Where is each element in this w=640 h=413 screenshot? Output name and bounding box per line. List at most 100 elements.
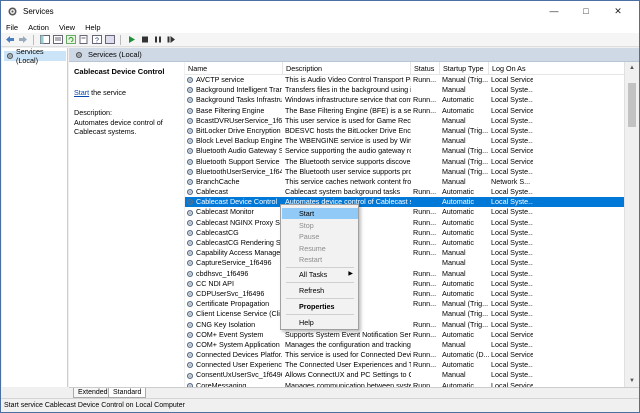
gear-icon [186, 117, 194, 125]
table-row[interactable]: CablecastCGynamic conten...Runn...Automa… [185, 228, 624, 238]
service-startup-type: Manual [442, 268, 466, 278]
table-row[interactable]: Connected Devices Platfor... This service… [185, 350, 624, 360]
context-menu-refresh[interactable]: Refresh [282, 285, 358, 296]
service-name-cell: COM+ Event System [185, 330, 282, 340]
table-row[interactable]: ConsentUxUserSvc_1f6496 Allows ConnectUX … [185, 370, 624, 380]
tree-item-services-local[interactable]: Services (Local) [4, 47, 66, 65]
service-name-cell: Cablecast [185, 187, 282, 197]
service-name-cell: BluetoothUserService_1f6496 [185, 167, 282, 177]
table-row[interactable]: Cablecast Cablecast system background tas… [185, 187, 624, 197]
column-name[interactable]: Name [185, 62, 283, 75]
maximize-button[interactable]: □ [571, 1, 601, 21]
table-row[interactable]: Bluetooth Support Service The Bluetooth s… [185, 157, 624, 167]
table-row[interactable]: cbdhsvc_1f6496r Clipboard sce...Runn...M… [185, 269, 624, 279]
tab-standard[interactable]: Standard [108, 388, 147, 398]
service-log-on-as: Local Service [491, 329, 533, 339]
scroll-up-icon[interactable]: ▲ [625, 62, 639, 74]
stop-service-icon[interactable] [139, 34, 150, 45]
table-row[interactable]: Block Level Backup Engine ... The WBENGIN… [185, 136, 624, 146]
table-row[interactable]: BitLocker Drive Encryption ... BDESVC hos… [185, 126, 624, 136]
properties-pane-icon[interactable] [52, 34, 63, 45]
table-row[interactable]: AVCTP service This is Audio Video Control… [185, 75, 624, 85]
title-bar[interactable]: Services — □ ✕ [1, 1, 639, 21]
gear-icon [186, 351, 194, 359]
help-icon[interactable]: ? [91, 34, 102, 45]
service-log-on-as: Local Syste... [491, 217, 533, 227]
gear-icon [186, 188, 194, 196]
refresh-icon[interactable] [65, 34, 76, 45]
service-name-cell: COM+ System Application [185, 340, 282, 350]
minimize-button[interactable]: — [539, 1, 569, 21]
column-startup-type[interactable]: Startup Type [440, 62, 489, 75]
column-status[interactable]: Status [411, 62, 440, 75]
service-name: CC NDI API [196, 278, 234, 288]
context-menu-restart[interactable]: Restart [282, 254, 358, 265]
services-window: Services — □ ✕ File Action View Help ? S… [0, 0, 640, 413]
column-log-on-as[interactable]: Log On As [489, 62, 533, 75]
table-row[interactable]: CDPUserSvc_1f6496r Connected D...Runn...… [185, 289, 624, 299]
menu-action[interactable]: Action [28, 23, 49, 32]
scroll-down-icon[interactable]: ▼ [625, 375, 639, 387]
table-row[interactable]: CNG Key Isolationservice is hosted i...R… [185, 320, 624, 330]
export-list-icon[interactable] [78, 34, 89, 45]
service-name-cell: Cablecast NGINX Proxy Serv... [185, 218, 282, 228]
start-service-line: Start the service [74, 88, 179, 97]
menu-file[interactable]: File [6, 23, 18, 32]
table-row[interactable]: COM+ Event System Supports System Event N… [185, 330, 624, 340]
vertical-scrollbar[interactable]: ▲ ▼ [624, 62, 638, 387]
table-row[interactable]: Cablecast Device Control Automates device… [185, 197, 624, 208]
table-row[interactable]: Connected User Experience...The Connecte… [185, 360, 624, 370]
table-row[interactable]: COM+ System Application Manages the confi… [185, 340, 624, 350]
forward-icon[interactable] [17, 34, 28, 45]
table-row[interactable]: Base Filtering Engine The Base Filtering … [185, 106, 624, 116]
context-menu-help[interactable]: Help [282, 317, 358, 328]
start-service-link[interactable]: Start [74, 88, 89, 97]
table-row[interactable]: BcastDVRUserService_1f6496This user serv… [185, 116, 624, 126]
back-icon[interactable] [4, 34, 15, 45]
mmc-icon[interactable] [104, 34, 115, 45]
service-log-on-as: Local Syste... [491, 166, 533, 176]
service-name: cbdhsvc_1f6496 [196, 268, 249, 278]
column-description[interactable]: Description [283, 62, 411, 75]
all-tasks-label: All Tasks [299, 270, 328, 279]
table-row[interactable]: Certificate Propagationd root certificat… [185, 299, 624, 309]
gear-icon [186, 137, 194, 145]
context-menu-pause[interactable]: Pause [282, 231, 358, 242]
table-row[interactable]: BluetoothUserService_1f6496 The Bluetooth… [185, 167, 624, 177]
table-row[interactable]: CaptureService_1f6496 Manual Local Syste..… [185, 258, 624, 268]
close-button[interactable]: ✕ [603, 1, 633, 21]
table-row[interactable]: BranchCache This service caches network c… [185, 177, 624, 187]
service-log-on-as: Local Syste... [491, 197, 533, 207]
context-menu-properties[interactable]: Properties [282, 301, 358, 312]
gear-icon [186, 127, 194, 135]
context-menu-divider [286, 267, 354, 268]
restart-service-icon[interactable] [165, 34, 176, 45]
service-name: BluetoothUserService_1f6496 [196, 166, 282, 176]
services-header-label: Services (Local) [88, 50, 142, 59]
scrollbar-thumb[interactable] [628, 83, 636, 127]
service-name-cell: Certificate Propagation [185, 299, 282, 309]
context-menu-all-tasks[interactable]: All Tasks ▶ [282, 269, 358, 280]
service-name: Connected Devices Platfor... [196, 350, 282, 360]
table-row[interactable]: Cablecast Monitordog service.Runn...Auto… [185, 207, 624, 217]
context-menu: Start Stop Pause Resume Restart All Task… [280, 204, 359, 330]
table-row[interactable]: Background Intelligent Tran... Transfers … [185, 85, 624, 95]
context-menu-start[interactable]: Start [282, 208, 358, 219]
table-row[interactable]: Capability Access Manager ...ng UWP app.… [185, 248, 624, 258]
start-service-icon[interactable] [126, 34, 137, 45]
tab-extended[interactable]: Extended [73, 388, 113, 398]
menu-view[interactable]: View [59, 23, 75, 32]
service-name-cell: Connected User Experience... [185, 360, 282, 370]
table-row[interactable]: Background Tasks Infrastru... Windows inf… [185, 95, 624, 105]
menu-help[interactable]: Help [85, 23, 100, 32]
show-hide-tree-icon[interactable] [39, 34, 50, 45]
service-log-on-as: Local Syste... [491, 258, 533, 268]
table-row[interactable]: CC NDI API Runn... Automatic Local Syste... [185, 279, 624, 289]
table-row[interactable]: CablecastCG Rendering Ser...ing services… [185, 238, 624, 248]
table-row[interactable]: Client License Service (ClipS...pport fo… [185, 309, 624, 319]
context-menu-resume[interactable]: Resume [282, 243, 358, 254]
table-row[interactable]: Cablecast NGINX Proxy Serv...rverRunn...… [185, 218, 624, 228]
context-menu-stop[interactable]: Stop [282, 220, 358, 231]
pause-service-icon[interactable] [152, 34, 163, 45]
table-row[interactable]: Bluetooth Audio Gateway S... Service supp… [185, 146, 624, 156]
